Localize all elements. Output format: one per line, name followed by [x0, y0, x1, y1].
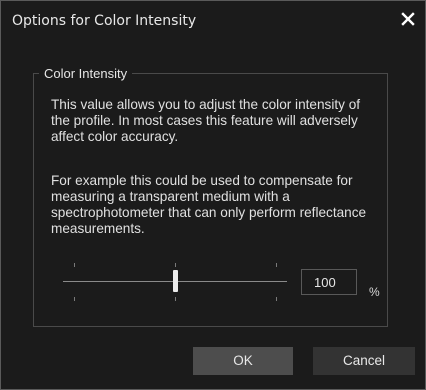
close-icon[interactable]: [398, 9, 418, 29]
window-title: Options for Color Intensity: [12, 13, 197, 29]
slider-tick: [275, 297, 277, 301]
slider-tick: [175, 263, 176, 267]
slider-thumb[interactable]: [173, 270, 178, 292]
group-legend: Color Intensity: [39, 66, 133, 81]
slider-tick: [74, 297, 76, 301]
ok-button[interactable]: OK: [193, 347, 293, 375]
description-paragraph-1: This value allows you to adjust the colo…: [51, 97, 361, 144]
percent-unit-label: %: [369, 285, 380, 299]
intensity-slider[interactable]: [59, 259, 291, 309]
title-bar[interactable]: Options for Color Intensity: [1, 1, 425, 41]
color-intensity-dialog: Options for Color Intensity Color Intens…: [0, 0, 426, 390]
slider-tick: [74, 263, 76, 267]
slider-tick: [275, 263, 277, 267]
description-paragraph-2: For example this could be used to compen…: [51, 173, 367, 236]
cancel-button[interactable]: Cancel: [313, 347, 415, 375]
slider-tick: [175, 297, 176, 301]
intensity-value-input[interactable]: [301, 269, 357, 295]
